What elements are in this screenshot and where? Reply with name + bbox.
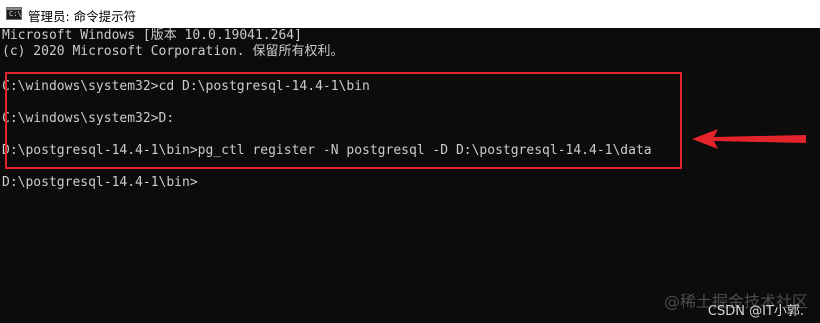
console-line: Microsoft Windows [版本 10.0.19041.264]: [2, 28, 302, 43]
arrow-left-icon: [692, 129, 806, 149]
console-line: (c) 2020 Microsoft Corporation. 保留所有权利。: [2, 44, 344, 59]
command-prompt-window: C:\ 管理员: 命令提示符 Microsoft Windows [版本 10.…: [0, 0, 820, 323]
console-line: D:\postgresql-14.4-1\bin>: [2, 175, 198, 190]
watermark-secondary: CSDN @IT小郭.: [707, 304, 804, 319]
cmd-icon: C:\: [6, 7, 22, 20]
highlight-box: [5, 72, 682, 169]
title-bar[interactable]: C:\ 管理员: 命令提示符: [0, 0, 820, 28]
window-title: 管理员: 命令提示符: [28, 9, 137, 24]
